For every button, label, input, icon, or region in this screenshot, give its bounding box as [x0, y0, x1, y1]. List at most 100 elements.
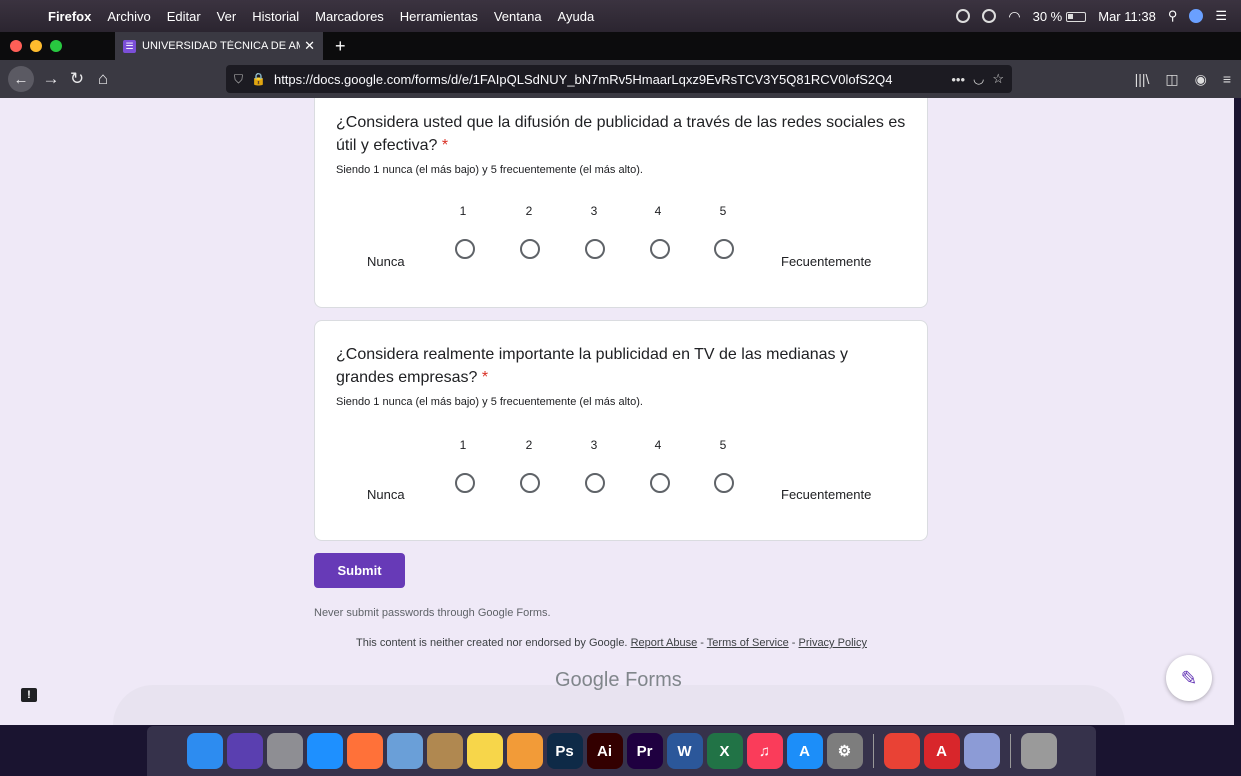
contacts-icon[interactable]: [426, 733, 463, 769]
illustrator-icon[interactable]: Ai: [586, 733, 623, 769]
acrobat-icon[interactable]: A: [923, 733, 960, 769]
browser-nav-bar: ← → ↻ ⌂ ⛉ 🔒 https://docs.google.com/form…: [0, 60, 1241, 98]
excel-icon[interactable]: X: [706, 733, 743, 769]
menu-ventana[interactable]: Ventana: [486, 9, 550, 24]
terms-link[interactable]: Terms of Service: [707, 637, 789, 649]
radio-option-4[interactable]: [650, 473, 670, 493]
scale-low-label: Nunca: [367, 487, 405, 502]
tracking-protection-icon[interactable]: ⛉: [234, 72, 243, 87]
zoom-window-icon[interactable]: [50, 40, 62, 52]
siri-menu-icon[interactable]: [1189, 9, 1204, 23]
question-card-2: ¿Considera realmente importante la publi…: [314, 320, 928, 541]
photoshop-icon[interactable]: Ps: [546, 733, 583, 769]
appstore-icon[interactable]: A: [786, 733, 823, 769]
menu-archivo[interactable]: Archivo: [99, 9, 158, 24]
torrent-icon[interactable]: [963, 733, 1000, 769]
close-window-icon[interactable]: [10, 40, 22, 52]
report-abuse-link[interactable]: Report Abuse: [631, 637, 698, 649]
edit-pencil-icon[interactable]: ✎: [1166, 655, 1212, 701]
new-tab-button[interactable]: +: [323, 36, 358, 57]
radio-option-1[interactable]: [455, 473, 475, 493]
app-menu-icon[interactable]: ≡: [1223, 71, 1231, 87]
scale-number: 1: [459, 438, 467, 452]
radio-option-2[interactable]: [520, 239, 540, 259]
menu-ver[interactable]: Ver: [209, 9, 245, 24]
radio-option-3[interactable]: [585, 473, 605, 493]
menu-marcadores[interactable]: Marcadores: [307, 9, 392, 24]
menu-ayuda[interactable]: Ayuda: [550, 9, 603, 24]
reload-icon[interactable]: ↻: [64, 69, 90, 89]
preview-icon[interactable]: [386, 733, 423, 769]
submit-button[interactable]: Submit: [314, 553, 405, 588]
radio-option-1[interactable]: [455, 239, 475, 259]
siri-icon[interactable]: [226, 733, 263, 769]
page-content: ¿Considera usted que la difusión de publ…: [0, 98, 1234, 725]
menu-clock[interactable]: Mar 11:38: [1098, 9, 1156, 24]
notes-icon[interactable]: [466, 733, 503, 769]
disclaimer-text: This content is neither created nor endo…: [356, 637, 628, 649]
creative-cloud-icon[interactable]: [982, 9, 997, 23]
library-icon[interactable]: |||\: [1135, 71, 1150, 87]
lock-icon[interactable]: 🔒: [251, 72, 266, 86]
question-card-1: ¿Considera usted que la difusión de publ…: [314, 98, 928, 308]
page-actions-icon[interactable]: •••: [951, 72, 965, 87]
premiere-icon[interactable]: Pr: [626, 733, 663, 769]
required-asterisk: *: [481, 369, 489, 386]
chrome-icon[interactable]: [883, 733, 920, 769]
menu-herramientas[interactable]: Herramientas: [392, 9, 486, 24]
photos-icon[interactable]: [506, 733, 543, 769]
sidebar-icon[interactable]: ◫: [1165, 71, 1178, 88]
tab-close-icon[interactable]: ✕: [304, 38, 315, 54]
finder-icon[interactable]: [186, 733, 223, 769]
wifi-icon[interactable]: ◠: [1008, 8, 1020, 25]
trash-icon[interactable]: [1020, 733, 1057, 769]
bookmark-star-icon[interactable]: ☆: [992, 71, 1004, 87]
forms-favicon-icon: ☰: [123, 39, 136, 53]
toolbar-right: |||\ ◫ ◉ ≡: [1135, 60, 1231, 98]
report-issue-icon[interactable]: !: [21, 688, 37, 702]
macos-menu-bar: Firefox Archivo Editar Ver Historial Mar…: [0, 0, 1241, 32]
system-preferences-icon[interactable]: ⚙: [826, 733, 863, 769]
scale-number: 2: [525, 204, 533, 218]
radio-option-5[interactable]: [714, 473, 734, 493]
required-asterisk: *: [441, 137, 449, 154]
radio-option-2[interactable]: [520, 473, 540, 493]
spotlight-icon[interactable]: ⚲: [1168, 8, 1178, 24]
back-arrow-icon[interactable]: ←: [8, 66, 34, 92]
privacy-link[interactable]: Privacy Policy: [799, 637, 867, 649]
question-title: ¿Considera realmente importante la publi…: [336, 343, 906, 389]
home-icon[interactable]: ⌂: [90, 69, 116, 89]
scale-number: 1: [459, 204, 467, 218]
battery-icon: [1066, 12, 1087, 23]
battery-percent: 30 %: [1032, 8, 1063, 24]
vpn-icon[interactable]: [956, 9, 971, 23]
account-icon[interactable]: ◉: [1195, 71, 1207, 88]
control-center-icon[interactable]: ☰: [1215, 8, 1227, 24]
pocket-icon[interactable]: ◡: [973, 71, 984, 87]
scale-number: 5: [719, 438, 727, 452]
macos-dock: Ps Ai Pr W X ♫ A ⚙ A: [147, 726, 1096, 776]
menu-editar[interactable]: Editar: [159, 9, 209, 24]
safari-icon[interactable]: [306, 733, 343, 769]
question-text: ¿Considera usted que la difusión de publ…: [336, 114, 906, 154]
url-text[interactable]: https://docs.google.com/forms/d/e/1FAIpQ…: [274, 72, 943, 87]
word-icon[interactable]: W: [666, 733, 703, 769]
google-forms-logo[interactable]: Google Forms: [555, 669, 682, 692]
launchpad-icon[interactable]: [266, 733, 303, 769]
browser-tab[interactable]: ☰ UNIVERSIDAD TÉCNICA DE AM ✕: [115, 32, 323, 60]
battery-status[interactable]: 30 %: [1033, 9, 1087, 24]
radio-option-4[interactable]: [650, 239, 670, 259]
url-bar[interactable]: ⛉ 🔒 https://docs.google.com/forms/d/e/1F…: [226, 65, 1012, 93]
menu-app-name[interactable]: Firefox: [40, 9, 99, 24]
question-text: ¿Considera realmente importante la publi…: [336, 346, 848, 386]
radio-option-5[interactable]: [714, 239, 734, 259]
firefox-icon[interactable]: [346, 733, 383, 769]
music-icon[interactable]: ♫: [746, 733, 783, 769]
minimize-window-icon[interactable]: [30, 40, 42, 52]
browser-tab-bar: ☰ UNIVERSIDAD TÉCNICA DE AM ✕ +: [0, 32, 1241, 60]
forward-arrow-icon[interactable]: →: [38, 69, 64, 89]
question-description: Siendo 1 nunca (el más bajo) y 5 frecuen…: [336, 396, 643, 408]
radio-option-3[interactable]: [585, 239, 605, 259]
dock-separator: [872, 734, 874, 768]
menu-historial[interactable]: Historial: [244, 9, 307, 24]
